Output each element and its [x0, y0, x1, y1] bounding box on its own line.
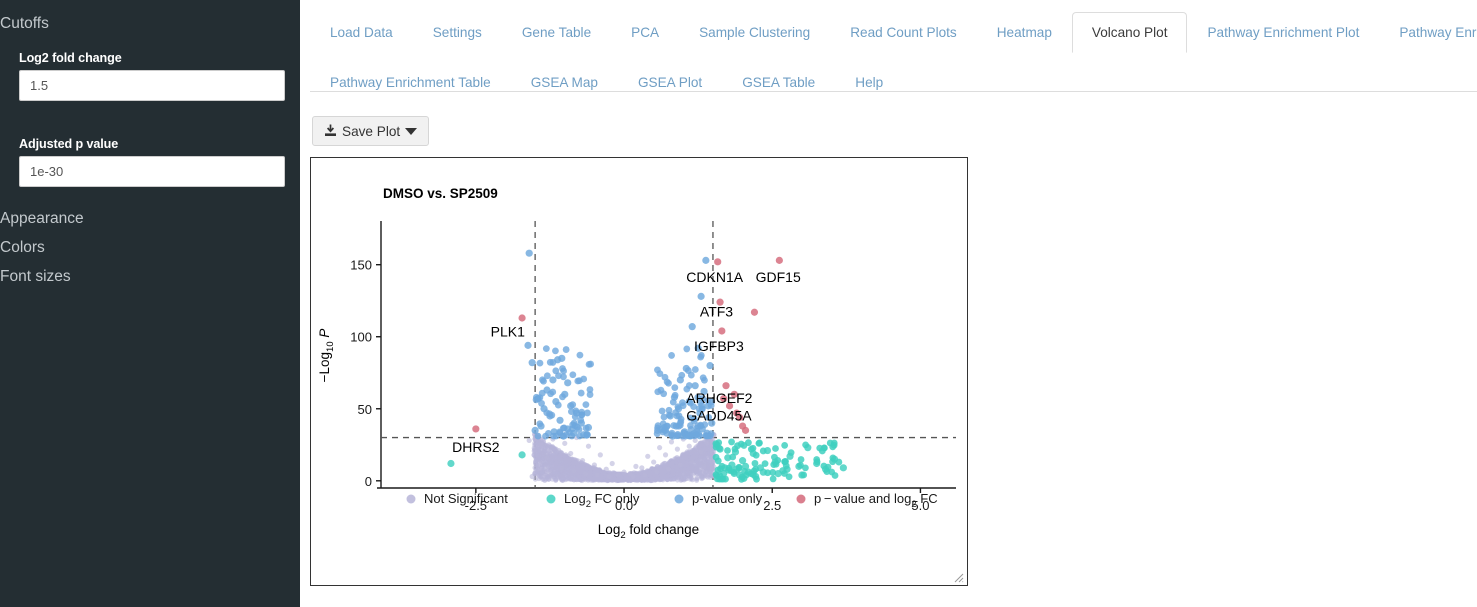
- label-log2-fold-change: Log2 fold change: [19, 51, 122, 65]
- legend-swatch: [406, 494, 416, 504]
- sidebar-section-font-sizes[interactable]: Font sizes: [0, 268, 71, 286]
- tab-pathway-enrichment-table[interactable]: Pathway Enrichment Table: [310, 62, 511, 103]
- y-tick-label: 150: [350, 258, 372, 273]
- sidebar-section-appearance[interactable]: Appearance: [0, 210, 84, 228]
- tab-bar: Load Data Settings Gene Table PCA Sample Clu…: [310, 12, 1477, 92]
- tab-heatmap[interactable]: Heatmap: [977, 12, 1072, 53]
- tab-sample-clustering[interactable]: Sample Clustering: [679, 12, 830, 53]
- save-plot-button[interactable]: Save Plot: [312, 116, 430, 146]
- legend-swatch: [674, 494, 684, 504]
- tab-pca[interactable]: PCA: [611, 12, 679, 53]
- sidebar: Cutoffs Log2 fold change Adjusted p valu…: [0, 0, 300, 607]
- input-adjusted-p-value[interactable]: [19, 156, 285, 187]
- tab-gsea-plot[interactable]: GSEA Plot: [618, 62, 722, 103]
- legend-swatch: [796, 494, 806, 504]
- tab-pathway-enrichment-map[interactable]: Pathway Enrichment Map: [1379, 12, 1477, 53]
- panel-resize-handle[interactable]: [952, 570, 964, 583]
- tab-help[interactable]: Help: [835, 62, 903, 103]
- tab-gsea-map[interactable]: GSEA Map: [511, 62, 618, 103]
- sidebar-section-colors[interactable]: Colors: [0, 239, 45, 257]
- tab-pathway-enrichment-plot[interactable]: Pathway Enrichment Plot: [1187, 12, 1379, 53]
- gene-label-plk1: PLK1: [491, 324, 525, 340]
- tab-load-data[interactable]: Load Data: [310, 12, 413, 53]
- app-root: Cutoffs Log2 fold change Adjusted p valu…: [0, 0, 1477, 607]
- tab-row-1: Load Data Settings Gene Table PCA Sample Clu…: [310, 12, 1477, 53]
- sidebar-heading-cutoffs: Cutoffs: [0, 15, 49, 32]
- gene-label-dhrs2: DHRS2: [452, 439, 500, 455]
- tab-settings[interactable]: Settings: [413, 12, 502, 53]
- tab-gsea-table[interactable]: GSEA Table: [722, 62, 835, 103]
- main-content: Load Data Settings Gene Table PCA Sample Clu…: [300, 0, 1477, 607]
- field-adjusted-p-value: Adjusted p value: [19, 137, 285, 187]
- gene-label-gadd45a: GADD45A: [686, 407, 752, 423]
- field-log2-fold-change: Log2 fold change: [19, 51, 285, 101]
- gene-label-cdkn1a: CDKN1A: [686, 269, 743, 285]
- gene-label-arhgef2: ARHGEF2: [686, 390, 752, 406]
- legend-label-p-value-only: p-value only: [692, 491, 763, 506]
- y-tick-label: 100: [350, 330, 372, 345]
- tab-volcano-plot[interactable]: Volcano Plot: [1071, 12, 1188, 53]
- legend-swatch: [546, 494, 556, 504]
- volcano-plot-panel: DMSO vs. SP2509 0 50 100 150 -2.5 0.0 2.5 5.0 Log…: [310, 157, 968, 586]
- gene-label-igfbp3: IGFBP3: [694, 338, 744, 354]
- tab-gene-table[interactable]: Gene Table: [502, 12, 611, 53]
- legend-label-not-significant: Not Significant: [424, 491, 508, 506]
- volcano-plot-svg: DMSO vs. SP2509050100150-2.5 0.0 2.5 5.0Log…: [317, 186, 956, 541]
- caret-down-icon: [405, 127, 418, 135]
- x-tick-label: 2.5: [763, 498, 781, 513]
- tab-read-count-plots[interactable]: Read Count Plots: [830, 12, 977, 53]
- y-tick-label: 0: [365, 474, 372, 489]
- label-adjusted-p-value: Adjusted p value: [19, 137, 119, 151]
- download-icon: [324, 124, 337, 138]
- tab-row-2: Pathway Enrichment Table GSEA Map GSEA Plo…: [310, 62, 1477, 103]
- y-tick-label: 50: [358, 402, 372, 417]
- input-log2-fold-change[interactable]: [19, 70, 285, 101]
- y-axis-title: −Log10 P: [317, 329, 336, 383]
- gene-label-atf3: ATF3: [700, 304, 733, 320]
- plot-title: DMSO vs. SP2509: [383, 186, 498, 201]
- gene-label-gdf15: GDF15: [756, 269, 801, 285]
- save-plot-label: Save Plot: [342, 123, 401, 139]
- x-axis-title: Log2 fold change: [598, 522, 699, 541]
